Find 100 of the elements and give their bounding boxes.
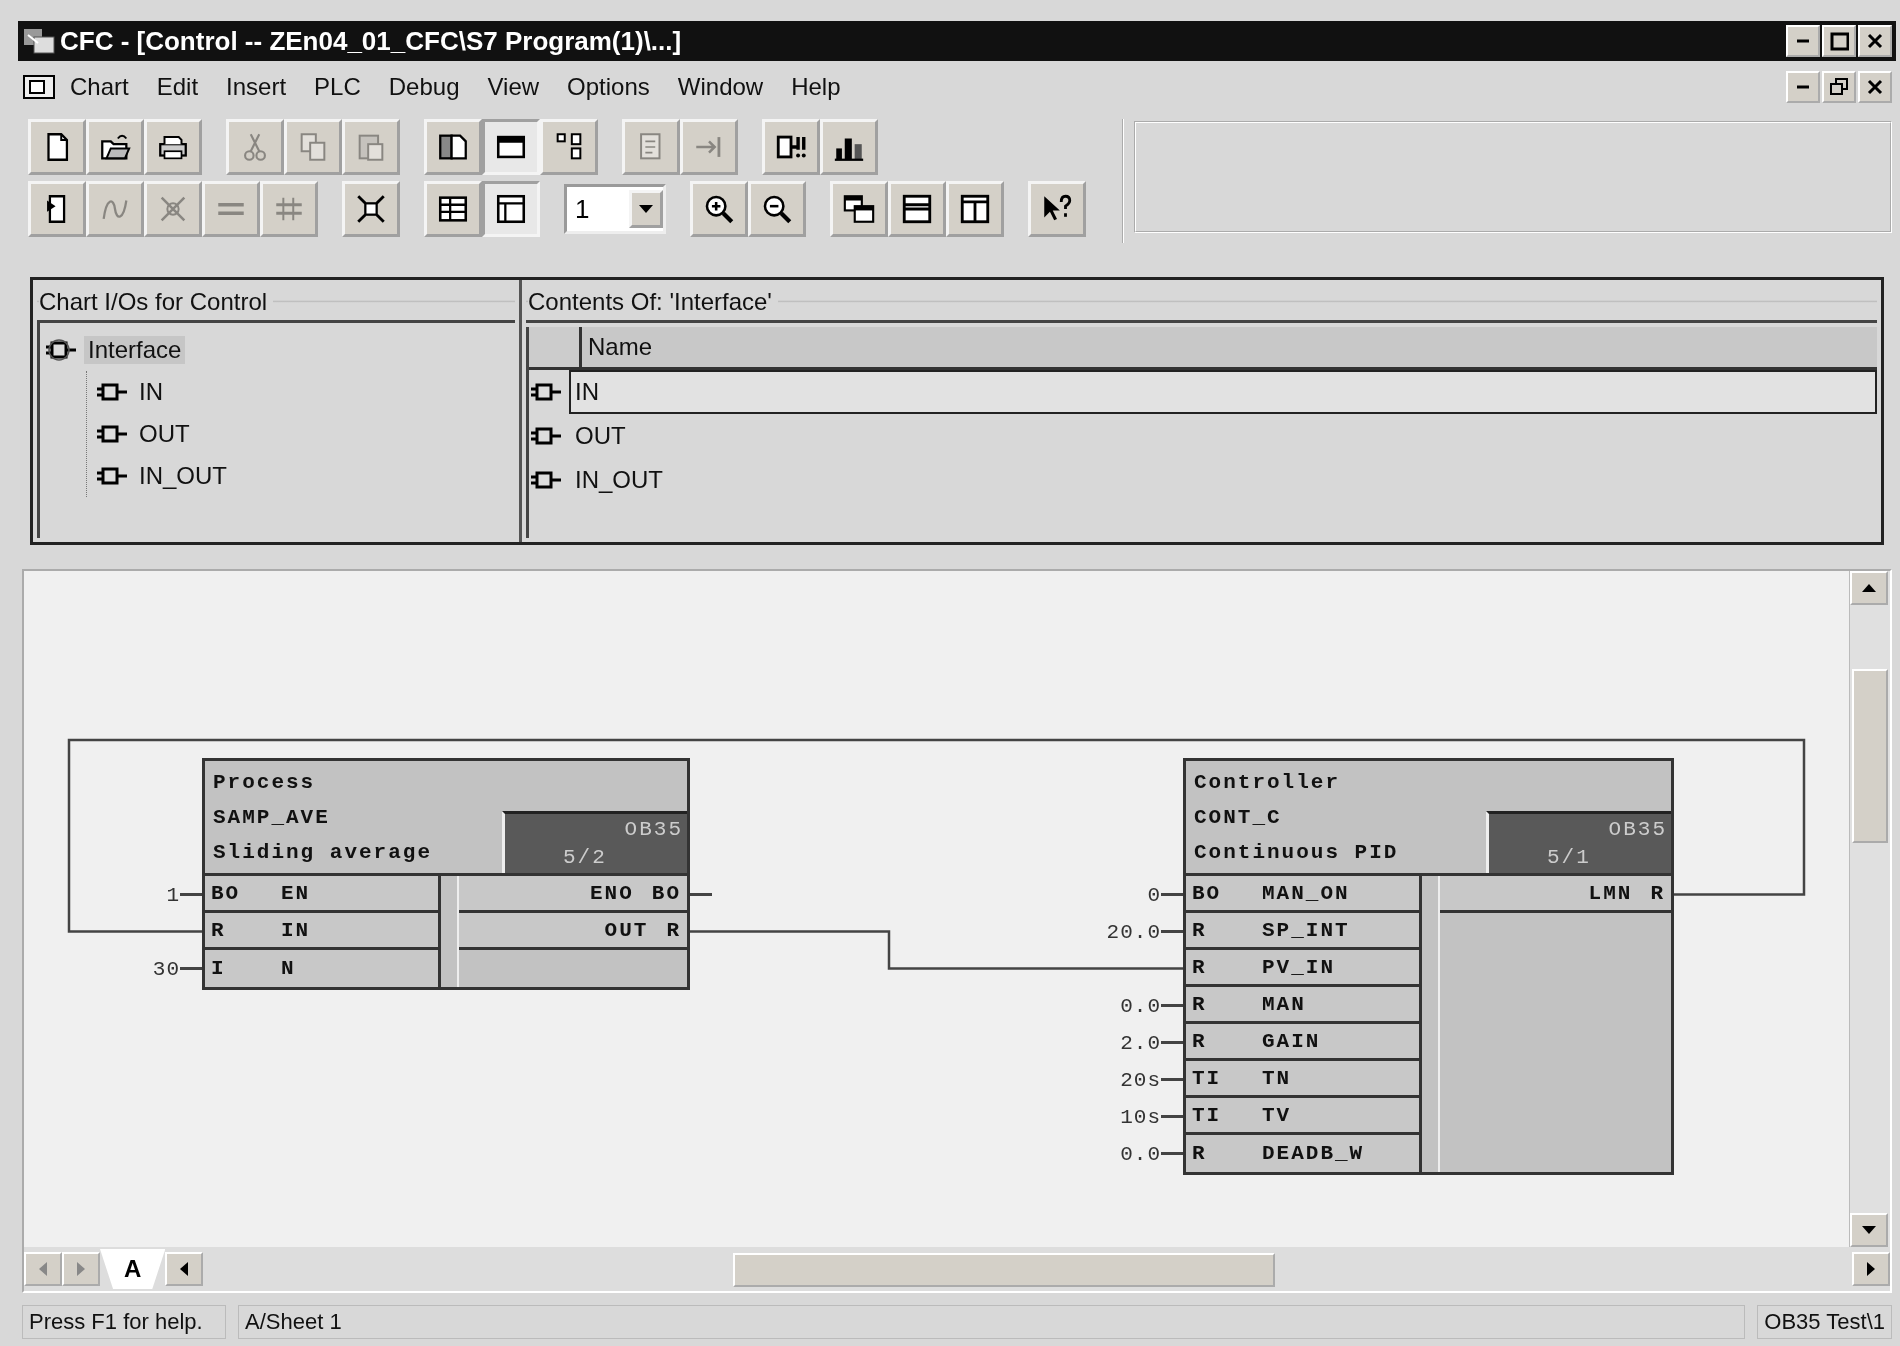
tree-item[interactable]: Interface [84,336,186,364]
output-pin[interactable]: ENO BO [459,876,687,913]
block-name: Process [213,770,316,796]
split-vertical-icon [958,192,992,226]
menu-item[interactable]: PLC [300,71,375,103]
connector-icon [95,465,129,487]
menu-item[interactable]: Window [663,71,778,103]
pin-value: 30 [152,957,180,980]
toolbar-button[interactable] [888,181,946,237]
scrollbar-thumb[interactable] [1852,669,1888,843]
previous-sheet-button[interactable] [24,1252,62,1286]
pin-value: 1 [166,883,180,906]
toolbar-button[interactable] [830,181,888,237]
block-type: CONT_C [1194,805,1282,831]
pin-value: 0.0 [1120,994,1161,1017]
menu-item[interactable]: Help [777,71,855,103]
toolbar-button[interactable] [482,181,540,237]
status-text: A/Sheet 1 [238,1305,1746,1339]
input-pin[interactable]: R IN [205,913,438,950]
menu-item[interactable]: Insert [212,71,301,103]
scroll-up-button[interactable] [1850,571,1888,605]
pin-value: 0 [1147,883,1161,906]
block-type: SAMP_AVE [213,805,330,831]
next-sheet-button[interactable] [62,1252,100,1286]
close-button[interactable] [1858,25,1892,57]
sheet-tab[interactable]: A [100,1249,166,1289]
toolbar-button[interactable] [144,119,202,175]
toolbar-button[interactable] [540,119,598,175]
minimize-icon [1796,85,1810,89]
toolbar-button[interactable] [424,119,482,175]
input-pin[interactable]: I N [205,950,438,987]
pin-value: 10s [1120,1105,1161,1128]
tree-item[interactable]: IN_OUT [135,462,231,490]
toolbar-button[interactable] [946,181,1004,237]
panel-icon [494,192,528,226]
connector-icon [529,381,563,403]
connector-icon [95,381,129,403]
page-dropdown[interactable]: 1 [564,184,666,234]
output-pin[interactable]: LMN R [1440,876,1671,913]
sequence-number: 5/1 [1547,846,1591,869]
tree-item[interactable]: OUT [135,420,194,448]
scroll-right-button[interactable] [1852,1252,1890,1286]
pin-value: 20.0 [1106,920,1161,943]
toolbar-button[interactable] [424,181,482,237]
input-pin[interactable]: R MAN [1186,987,1419,1024]
toolbar-button[interactable] [748,181,806,237]
toolbar-button[interactable] [28,181,86,237]
menu-item[interactable]: View [473,71,554,103]
close-icon [1865,77,1885,97]
minimize-button[interactable] [1786,25,1820,57]
menu-item[interactable]: Chart [56,71,143,103]
table-row[interactable]: OUT [569,414,1877,458]
input-pin[interactable]: TI TV [1186,1098,1419,1135]
minimize-button[interactable] [1786,71,1820,103]
left-arrow-icon [39,1262,47,1276]
pin-value: 2.0 [1120,1031,1161,1054]
split-horizontal-icon [900,192,934,226]
table-row[interactable]: IN_OUT [569,458,1877,502]
tree-item[interactable]: IN [135,378,167,406]
window-title: CFC - [Control -- ZEn04_01_CFC\S7 Program(1)\...] [60,25,683,57]
status-text: Press F1 for help. [22,1305,226,1339]
column-header[interactable]: Name [582,327,1877,367]
connector-icon [529,469,563,491]
toolbar-button[interactable] [482,119,540,175]
menu-item[interactable]: Debug [374,71,474,103]
input-pin[interactable]: R DEADB_W [1186,1135,1419,1172]
status-text: OB35 Test\1 [1757,1305,1892,1339]
scroll-left-button[interactable] [165,1252,204,1286]
close-button[interactable] [1858,71,1892,103]
up-arrow-icon [1862,584,1876,592]
pin-value: 0.0 [1120,1142,1161,1165]
connector-icon [529,425,563,447]
restore-icon [1829,77,1849,97]
maximize-icon [1829,31,1849,51]
toolbar-button[interactable] [342,181,400,237]
toolbar-button[interactable] [820,119,878,175]
input-pin[interactable]: R GAIN [1186,1024,1419,1061]
toolbar-button[interactable] [28,119,86,175]
block-comment: Sliding average [213,840,433,866]
toolbar-button[interactable] [86,119,144,175]
toolbar-button[interactable] [1028,181,1086,237]
input-pin[interactable]: BO EN [205,876,438,913]
scrollbar-thumb[interactable] [733,1253,1276,1287]
restore-button[interactable] [1822,71,1856,103]
input-pin[interactable]: R SP_INT [1186,913,1419,950]
menu-item[interactable]: Edit [142,71,213,103]
scroll-down-button[interactable] [1850,1213,1888,1247]
toolbar-button[interactable] [690,181,748,237]
sequence-number: 5/2 [563,846,607,869]
input-pin[interactable]: BO MAN_ON [1186,876,1419,913]
right-arrow-icon [1867,1262,1875,1276]
input-pin[interactable]: TI TN [1186,1061,1419,1098]
maximize-button[interactable] [1822,25,1856,57]
toolbar-button[interactable] [762,119,820,175]
table-row[interactable]: IN [569,370,1877,414]
input-pin[interactable]: R PV_IN [1186,950,1419,987]
output-pin[interactable]: OUT R [459,913,687,950]
menu-item[interactable]: Options [553,71,664,103]
close-icon [1865,31,1885,51]
right-arrow-icon [77,1262,85,1276]
